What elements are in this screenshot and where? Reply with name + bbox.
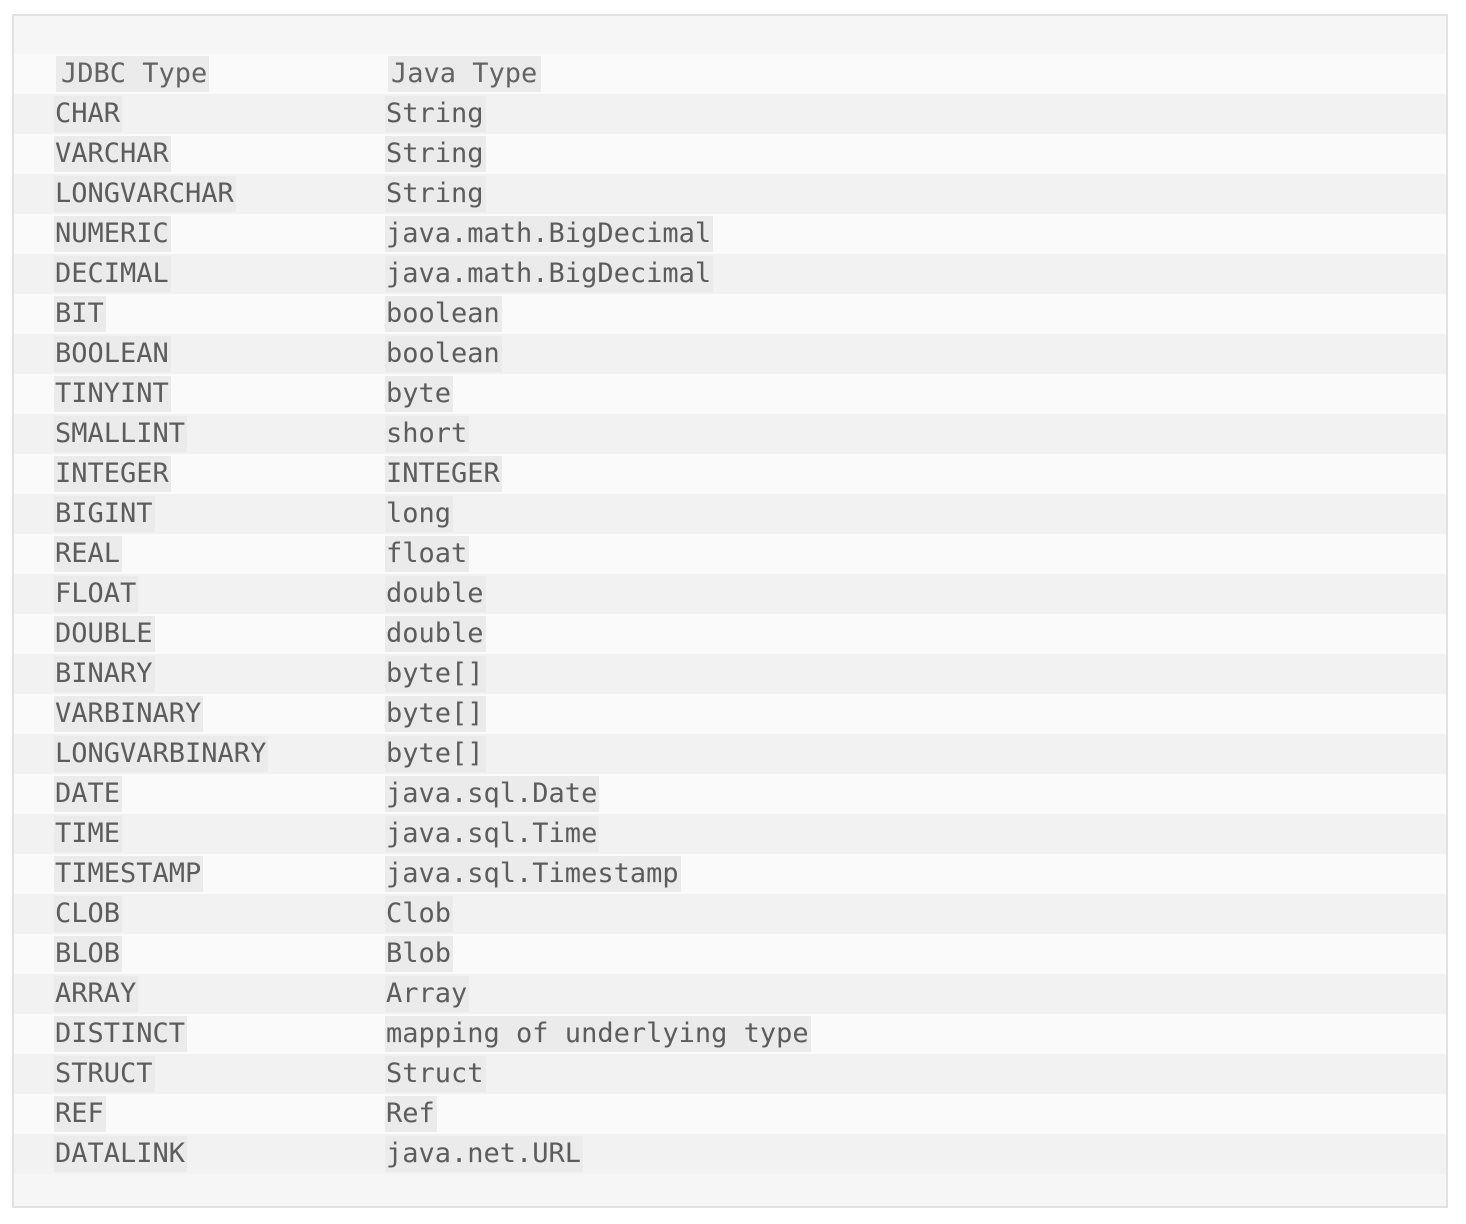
table-row: BIT boolean bbox=[14, 294, 1446, 334]
header-java-type: Java Type bbox=[388, 56, 542, 92]
table-row: VARCHAR String bbox=[14, 134, 1446, 174]
table-row: SMALLINT short bbox=[14, 414, 1446, 454]
java-type-cell: Ref bbox=[385, 1096, 437, 1132]
java-type-cell: java.sql.Timestamp bbox=[385, 856, 681, 892]
jdbc-type-cell: LONGVARCHAR bbox=[54, 176, 236, 212]
jdbc-type-cell: BIGINT bbox=[54, 496, 155, 532]
table-row: BIGINT long bbox=[14, 494, 1446, 534]
jdbc-type-cell: VARBINARY bbox=[54, 696, 204, 732]
table-row: STRUCT Struct bbox=[14, 1054, 1446, 1094]
java-type-cell: java.sql.Date bbox=[385, 776, 600, 812]
table-row: TIME java.sql.Time bbox=[14, 814, 1446, 854]
jdbc-type-cell: BIT bbox=[54, 296, 106, 332]
table-row: LONGVARBINARY byte[] bbox=[14, 734, 1446, 774]
table-row: DISTINCT mapping of underlying type bbox=[14, 1014, 1446, 1054]
table-row: BINARY byte[] bbox=[14, 654, 1446, 694]
java-type-cell: Array bbox=[385, 976, 470, 1012]
jdbc-type-cell: REF bbox=[54, 1096, 106, 1132]
java-type-cell: boolean bbox=[385, 336, 502, 372]
java-type-cell: boolean bbox=[385, 296, 502, 332]
java-type-cell: Clob bbox=[385, 896, 454, 932]
java-type-cell: String bbox=[385, 136, 486, 172]
jdbc-type-cell: DOUBLE bbox=[54, 616, 155, 652]
java-type-cell: java.sql.Time bbox=[385, 816, 600, 852]
jdbc-type-cell: BOOLEAN bbox=[54, 336, 171, 372]
jdbc-type-cell: BLOB bbox=[54, 936, 123, 972]
jdbc-type-cell: ARRAY bbox=[54, 976, 139, 1012]
jdbc-type-cell: REAL bbox=[54, 536, 123, 572]
table-row: REAL float bbox=[14, 534, 1446, 574]
table-row: CLOB Clob bbox=[14, 894, 1446, 934]
table-row: DATE java.sql.Date bbox=[14, 774, 1446, 814]
table-row: ARRAY Array bbox=[14, 974, 1446, 1014]
table-row: FLOAT double bbox=[14, 574, 1446, 614]
table-header-row: JDBC Type Java Type bbox=[14, 54, 1446, 94]
java-type-cell: mapping of underlying type bbox=[385, 1016, 811, 1052]
jdbc-type-cell: DECIMAL bbox=[54, 256, 171, 292]
table-row: BOOLEAN boolean bbox=[14, 334, 1446, 374]
jdbc-type-cell: STRUCT bbox=[54, 1056, 155, 1092]
java-type-cell: byte[] bbox=[385, 656, 486, 692]
java-type-cell: String bbox=[385, 176, 486, 212]
jdbc-type-cell: VARCHAR bbox=[54, 136, 171, 172]
java-type-cell: byte bbox=[385, 376, 454, 412]
java-type-cell: Struct bbox=[385, 1056, 486, 1092]
jdbc-type-cell: TIME bbox=[54, 816, 123, 852]
java-type-cell: byte[] bbox=[385, 696, 486, 732]
java-type-cell: double bbox=[385, 576, 486, 612]
java-type-cell: double bbox=[385, 616, 486, 652]
jdbc-type-cell: FLOAT bbox=[54, 576, 139, 612]
code-block-panel: JDBC Type Java Type CHAR String VARCHAR Str… bbox=[12, 14, 1448, 1208]
table-row: DOUBLE double bbox=[14, 614, 1446, 654]
jdbc-type-cell: TIMESTAMP bbox=[54, 856, 204, 892]
java-type-cell: java.net.URL bbox=[385, 1136, 584, 1172]
jdbc-type-cell: NUMERIC bbox=[54, 216, 171, 252]
table-row: INTEGER INTEGER bbox=[14, 454, 1446, 494]
jdbc-type-cell: INTEGER bbox=[54, 456, 171, 492]
java-type-cell: String bbox=[385, 96, 486, 132]
jdbc-type-cell: LONGVARBINARY bbox=[54, 736, 269, 772]
java-type-cell: java.math.BigDecimal bbox=[385, 256, 714, 292]
table-row: LONGVARCHAR String bbox=[14, 174, 1446, 214]
jdbc-type-cell: CLOB bbox=[54, 896, 123, 932]
jdbc-type-cell: DISTINCT bbox=[54, 1016, 188, 1052]
java-type-cell: INTEGER bbox=[385, 456, 502, 492]
java-type-cell: float bbox=[385, 536, 470, 572]
java-type-cell: java.math.BigDecimal bbox=[385, 216, 714, 252]
jdbc-type-cell: BINARY bbox=[54, 656, 155, 692]
type-mapping-table: JDBC Type Java Type CHAR String VARCHAR Str… bbox=[14, 54, 1446, 1174]
jdbc-type-cell: CHAR bbox=[54, 96, 123, 132]
java-type-cell: long bbox=[385, 496, 454, 532]
table-row: TINYINT byte bbox=[14, 374, 1446, 414]
jdbc-type-cell: SMALLINT bbox=[54, 416, 188, 452]
table-row: CHAR String bbox=[14, 94, 1446, 134]
table-row: REF Ref bbox=[14, 1094, 1446, 1134]
java-type-cell: byte[] bbox=[385, 736, 486, 772]
table-row: NUMERIC java.math.BigDecimal bbox=[14, 214, 1446, 254]
jdbc-type-cell: TINYINT bbox=[54, 376, 171, 412]
java-type-cell: short bbox=[385, 416, 470, 452]
header-jdbc-type: JDBC Type bbox=[56, 56, 210, 92]
jdbc-type-cell: DATALINK bbox=[54, 1136, 188, 1172]
table-row: BLOB Blob bbox=[14, 934, 1446, 974]
table-row: DATALINK java.net.URL bbox=[14, 1134, 1446, 1174]
table-body: CHAR String VARCHAR String LONGVARCHAR String… bbox=[14, 94, 1446, 1174]
jdbc-type-cell: DATE bbox=[54, 776, 123, 812]
table-row: DECIMAL java.math.BigDecimal bbox=[14, 254, 1446, 294]
table-row: VARBINARY byte[] bbox=[14, 694, 1446, 734]
java-type-cell: Blob bbox=[385, 936, 454, 972]
table-row: TIMESTAMP java.sql.Timestamp bbox=[14, 854, 1446, 894]
